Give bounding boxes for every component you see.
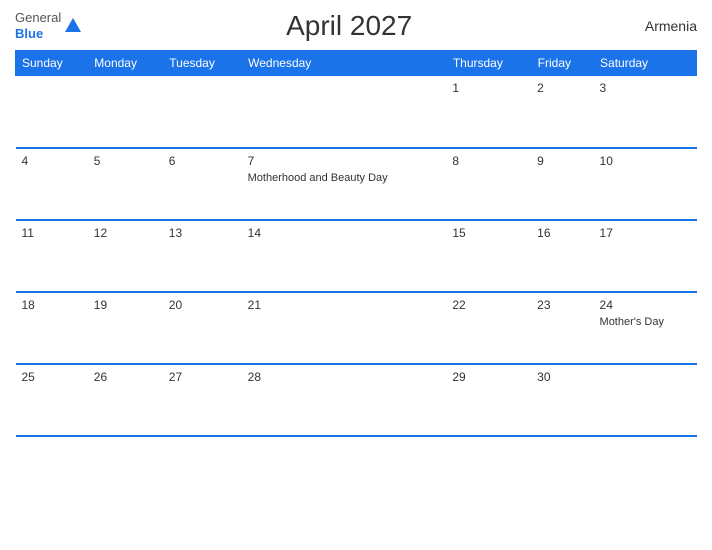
calendar-day-cell: 6 bbox=[163, 148, 242, 220]
day-number: 23 bbox=[537, 298, 587, 312]
header: General Blue April 2027 Armenia bbox=[15, 10, 697, 42]
col-friday: Friday bbox=[531, 51, 593, 76]
day-number: 25 bbox=[22, 370, 82, 384]
calendar-page: General Blue April 2027 Armenia Sunday M… bbox=[0, 0, 712, 550]
calendar-day-cell: 20 bbox=[163, 292, 242, 364]
day-number: 22 bbox=[452, 298, 525, 312]
calendar-day-cell: 11 bbox=[16, 220, 88, 292]
country-label: Armenia bbox=[617, 18, 697, 34]
calendar-day-cell: 16 bbox=[531, 220, 593, 292]
calendar-day-cell: 27 bbox=[163, 364, 242, 436]
calendar-day-cell: 15 bbox=[446, 220, 531, 292]
calendar-day-cell: 7 Motherhood and Beauty Day bbox=[242, 148, 447, 220]
day-number: 7 bbox=[248, 154, 441, 168]
logo-blue: Blue bbox=[15, 26, 61, 42]
calendar-day-cell: 2 bbox=[531, 76, 593, 148]
calendar-day-cell: 17 bbox=[594, 220, 697, 292]
day-number: 11 bbox=[22, 226, 82, 240]
day-number: 5 bbox=[94, 154, 157, 168]
day-number: 15 bbox=[452, 226, 525, 240]
day-event: Motherhood and Beauty Day bbox=[248, 172, 388, 184]
calendar-day-cell: 28 bbox=[242, 364, 447, 436]
day-number: 10 bbox=[600, 154, 691, 168]
day-number: 21 bbox=[248, 298, 441, 312]
calendar-day-cell: 14 bbox=[242, 220, 447, 292]
day-number: 29 bbox=[452, 370, 525, 384]
calendar-day-cell: 9 bbox=[531, 148, 593, 220]
calendar-week-row: 25 26 27 28 29 30 bbox=[16, 364, 697, 436]
day-number: 2 bbox=[537, 81, 587, 95]
day-number: 24 bbox=[600, 298, 691, 312]
logo-general: General bbox=[15, 10, 61, 26]
calendar-day-cell: 22 bbox=[446, 292, 531, 364]
day-number: 16 bbox=[537, 226, 587, 240]
day-number: 12 bbox=[94, 226, 157, 240]
calendar-day-cell bbox=[88, 76, 163, 148]
calendar-day-cell bbox=[242, 76, 447, 148]
calendar-day-cell: 30 bbox=[531, 364, 593, 436]
weekday-header-row: Sunday Monday Tuesday Wednesday Thursday… bbox=[16, 51, 697, 76]
calendar-day-cell: 25 bbox=[16, 364, 88, 436]
day-number: 18 bbox=[22, 298, 82, 312]
calendar-week-row: 123 bbox=[16, 76, 697, 148]
day-number: 26 bbox=[94, 370, 157, 384]
calendar-day-cell bbox=[16, 76, 88, 148]
calendar-day-cell: 12 bbox=[88, 220, 163, 292]
day-number: 20 bbox=[169, 298, 236, 312]
calendar-day-cell: 23 bbox=[531, 292, 593, 364]
day-number: 4 bbox=[22, 154, 82, 168]
col-saturday: Saturday bbox=[594, 51, 697, 76]
calendar-day-cell: 26 bbox=[88, 364, 163, 436]
logo: General Blue bbox=[15, 10, 81, 41]
calendar-day-cell: 5 bbox=[88, 148, 163, 220]
calendar-table: Sunday Monday Tuesday Wednesday Thursday… bbox=[15, 50, 697, 437]
calendar-day-cell: 19 bbox=[88, 292, 163, 364]
calendar-day-cell: 21 bbox=[242, 292, 447, 364]
day-number: 13 bbox=[169, 226, 236, 240]
col-thursday: Thursday bbox=[446, 51, 531, 76]
calendar-week-row: 18 19 20 21 22 23 24 Mother's Day bbox=[16, 292, 697, 364]
calendar-day-cell: 24 Mother's Day bbox=[594, 292, 697, 364]
logo-triangle-icon bbox=[65, 18, 81, 32]
col-sunday: Sunday bbox=[16, 51, 88, 76]
col-wednesday: Wednesday bbox=[242, 51, 447, 76]
calendar-day-cell: 8 bbox=[446, 148, 531, 220]
day-number: 17 bbox=[600, 226, 691, 240]
calendar-day-cell bbox=[594, 364, 697, 436]
calendar-day-cell: 1 bbox=[446, 76, 531, 148]
calendar-day-cell bbox=[163, 76, 242, 148]
day-number: 6 bbox=[169, 154, 236, 168]
day-number: 28 bbox=[248, 370, 441, 384]
calendar-day-cell: 18 bbox=[16, 292, 88, 364]
calendar-day-cell: 13 bbox=[163, 220, 242, 292]
day-event: Mother's Day bbox=[600, 316, 664, 328]
day-number: 8 bbox=[452, 154, 525, 168]
day-number: 1 bbox=[452, 81, 525, 95]
calendar-day-cell: 4 bbox=[16, 148, 88, 220]
calendar-week-row: 4567 Motherhood and Beauty Day 89 10 bbox=[16, 148, 697, 220]
day-number: 3 bbox=[600, 81, 691, 95]
col-tuesday: Tuesday bbox=[163, 51, 242, 76]
day-number: 14 bbox=[248, 226, 441, 240]
col-monday: Monday bbox=[88, 51, 163, 76]
calendar-day-cell: 10 bbox=[594, 148, 697, 220]
day-number: 30 bbox=[537, 370, 587, 384]
day-number: 9 bbox=[537, 154, 587, 168]
day-number: 19 bbox=[94, 298, 157, 312]
calendar-title: April 2027 bbox=[81, 10, 617, 42]
calendar-day-cell: 3 bbox=[594, 76, 697, 148]
day-number: 27 bbox=[169, 370, 236, 384]
calendar-day-cell: 29 bbox=[446, 364, 531, 436]
calendar-week-row: 11 12 13 14 15 16 17 bbox=[16, 220, 697, 292]
